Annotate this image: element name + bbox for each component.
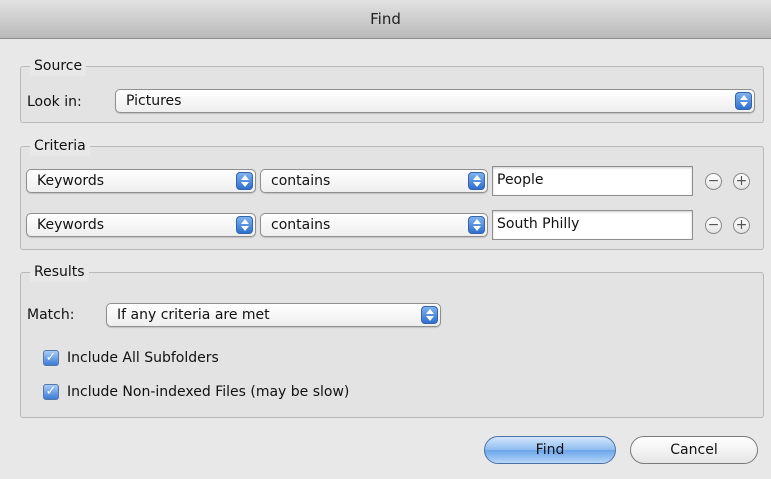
criteria-value-input[interactable] [497,172,687,188]
criteria-attribute-popup[interactable]: Keywords [26,213,256,237]
criteria-group: Criteria Keywords contains − + Keywords … [20,136,764,250]
match-label: Match: [27,307,75,323]
cancel-button[interactable]: Cancel [630,436,758,464]
add-criterion-button[interactable]: + [733,173,750,190]
criteria-operator-popup[interactable]: contains [260,213,488,237]
popup-arrows-icon [735,92,752,110]
include-nonindexed-label: Include Non-indexed Files (may be slow) [67,384,350,400]
look-in-label: Look in: [27,94,82,110]
remove-criterion-button[interactable]: − [705,173,722,190]
match-value: If any criteria are met [117,307,270,323]
include-nonindexed-checkbox[interactable]: ✓ [43,384,59,400]
find-button[interactable]: Find [484,436,616,464]
criteria-operator-popup[interactable]: contains [260,169,488,193]
criteria-attribute-value: Keywords [37,217,105,233]
criteria-operator-value: contains [271,217,331,233]
include-subfolders-label: Include All Subfolders [67,350,219,366]
remove-criterion-button[interactable]: − [705,217,722,234]
popup-arrows-icon [468,216,485,234]
criteria-value-field[interactable] [492,210,693,240]
look-in-popup[interactable]: Pictures [115,89,755,113]
add-criterion-button[interactable]: + [733,217,750,234]
include-subfolders-checkbox[interactable]: ✓ [43,350,59,366]
find-dialog: Find Source Look in: Pictures Criteria K… [0,0,771,479]
criteria-legend: Criteria [30,136,90,156]
criteria-value-field[interactable] [492,166,693,196]
criteria-attribute-popup[interactable]: Keywords [26,169,256,193]
window-title: Find [370,10,401,28]
title-bar: Find [0,0,771,39]
results-legend: Results [30,262,89,282]
look-in-value: Pictures [126,93,182,109]
match-popup[interactable]: If any criteria are met [106,303,441,327]
criteria-operator-value: contains [271,173,331,189]
popup-arrows-icon [236,172,253,190]
results-group: Results Match: If any criteria are met ✓… [20,262,764,418]
source-legend: Source [30,56,87,76]
popup-arrows-icon [421,306,438,324]
popup-arrows-icon [468,172,485,190]
criteria-attribute-value: Keywords [37,173,105,189]
criteria-value-input[interactable] [497,216,687,232]
popup-arrows-icon [236,216,253,234]
source-group: Source Look in: Pictures [20,56,764,123]
